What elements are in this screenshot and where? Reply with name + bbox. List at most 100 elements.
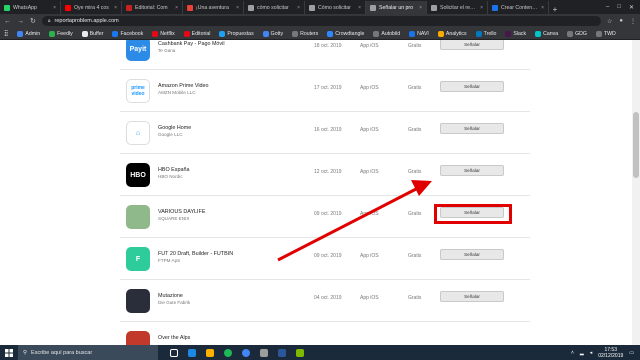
bookmark-item[interactable]: Autobild	[373, 30, 401, 37]
app-price: Gratis	[408, 85, 422, 91]
bookmark-label: Crowdtangle	[335, 30, 365, 37]
store-icon[interactable]	[278, 348, 286, 357]
close-tab-icon[interactable]: ×	[236, 5, 239, 11]
bookmark-item[interactable]: GDG	[567, 30, 587, 37]
close-tab-icon[interactable]: ×	[419, 5, 422, 11]
tab-3[interactable]: ¡Una aventura ×	[183, 1, 244, 14]
tab-8[interactable]: Crear Contenido ×	[488, 1, 549, 14]
taskbar-search[interactable]: ⚲ Escribe aquí para buscar	[18, 345, 158, 360]
bookmarks-bar: ⣿ Admin Feedly Buffer Facebook Netflix Editor…	[0, 28, 640, 40]
close-tab-icon[interactable]: ×	[541, 5, 544, 11]
report-button[interactable]: Señalar	[440, 81, 504, 92]
close-tab-icon[interactable]: ×	[358, 5, 361, 11]
reload-icon[interactable]: ↻	[30, 17, 36, 25]
app-name: VARIOUS DAYLIFE	[158, 209, 206, 215]
task-view-icon[interactable]	[170, 348, 178, 357]
bookmark-item[interactable]: Netflix	[152, 30, 175, 37]
bookmark-item[interactable]: Gotty	[262, 30, 283, 37]
bookmark-favicon-icon	[327, 30, 334, 37]
close-tab-icon[interactable]: ×	[480, 5, 483, 11]
bookmark-favicon-icon	[112, 30, 119, 37]
bookmark-item[interactable]: Trello	[475, 30, 496, 37]
new-tab-button[interactable]: +	[549, 5, 561, 14]
tab-4[interactable]: cómo solicitar ×	[244, 1, 305, 14]
volume-icon[interactable]: ◂	[590, 350, 593, 356]
purchase-date: 12 oct. 2019	[314, 169, 342, 175]
windows-taskbar: ⚲ Escribe aquí para buscar ˄ ▂ ◂ 17:53 0…	[0, 345, 640, 360]
bookmark-favicon-icon	[409, 30, 416, 37]
back-icon[interactable]: ←	[4, 18, 11, 25]
close-tab-icon[interactable]: ×	[53, 5, 56, 11]
purchase-row: Over the Alps	[120, 322, 530, 345]
favicon-icon	[187, 4, 193, 11]
purchase-date: 09 oct. 2019	[314, 253, 342, 259]
edge-icon[interactable]	[188, 348, 196, 357]
tab-2[interactable]: Editorial: Com ×	[122, 1, 183, 14]
bookmark-item[interactable]: Propuestas	[219, 30, 254, 37]
bookmark-item[interactable]: TWD	[595, 30, 616, 37]
tab-7[interactable]: Solicitar el reemb ×	[427, 1, 488, 14]
address-bar[interactable]: 🔒︎ reportaproblem.apple.com	[41, 16, 601, 26]
close-window-button[interactable]: ✕	[629, 4, 634, 11]
network-icon[interactable]: ▂	[580, 350, 584, 356]
page-scrollbar[interactable]	[632, 40, 640, 345]
settings-icon[interactable]	[260, 348, 268, 357]
report-button[interactable]: Señalar	[440, 40, 504, 50]
bookmark-item[interactable]: Editorial	[183, 30, 210, 37]
app-name: Cashbank Pay - Pago Móvil	[158, 41, 225, 47]
app-developer: SQUARE ENIX	[158, 216, 190, 221]
star-icon[interactable]: ☆	[607, 18, 612, 25]
bookmark-label: Propuestas	[227, 30, 254, 37]
bookmark-item[interactable]: Facebook	[112, 30, 143, 37]
bookmark-label: Admin	[25, 30, 41, 37]
tab-6[interactable]: Señalar un pro ×	[366, 1, 427, 14]
purchase-date: 09 oct. 2019	[314, 211, 342, 217]
minimize-button[interactable]: –	[606, 4, 609, 10]
bookmark-item[interactable]: Crowdtangle	[327, 30, 365, 37]
app-name: Mutazione	[158, 293, 183, 299]
bookmark-favicon-icon	[567, 30, 574, 37]
profile-icon[interactable]: ●	[619, 18, 623, 25]
tab-0[interactable]: WhatsApp ×	[0, 1, 61, 14]
bookmark-item[interactable]: Buffer	[81, 30, 103, 37]
chevron-up-icon[interactable]: ˄	[571, 350, 574, 356]
tab-title: Editorial: Com	[135, 4, 168, 11]
app-type: App iOS	[360, 85, 379, 91]
close-tab-icon[interactable]: ×	[297, 5, 300, 11]
forward-icon[interactable]: →	[17, 18, 24, 25]
bookmark-item[interactable]: Slack	[505, 30, 526, 37]
clock[interactable]: 17:53 02/12/2019	[598, 347, 623, 359]
file-explorer-icon[interactable]	[206, 348, 214, 357]
maximize-button[interactable]: □	[617, 4, 621, 10]
close-tab-icon[interactable]: ×	[175, 5, 178, 11]
report-button[interactable]: Señalar	[440, 249, 504, 260]
app-icon[interactable]	[296, 348, 304, 357]
report-button[interactable]: Señalar	[440, 123, 504, 134]
tab-1[interactable]: Oye mira 4 cos ×	[61, 1, 122, 14]
favicon-icon	[309, 4, 315, 11]
bookmark-item[interactable]: Canva	[535, 30, 558, 37]
spotify-icon[interactable]	[224, 348, 232, 357]
report-button[interactable]: Señalar	[440, 165, 504, 176]
bookmark-favicon-icon	[17, 30, 24, 37]
menu-icon[interactable]: ⋮	[630, 18, 636, 25]
apps-icon[interactable]: ⣿	[4, 30, 8, 37]
report-button[interactable]: Señalar	[440, 291, 504, 302]
bookmark-item[interactable]: Analytics	[437, 30, 467, 37]
windows-start-icon[interactable]	[0, 345, 18, 360]
favicon-icon	[248, 4, 254, 11]
bookmark-item[interactable]: Routers	[292, 30, 318, 37]
bookmark-favicon-icon	[475, 30, 482, 37]
chrome-icon[interactable]	[242, 348, 250, 357]
scrollbar-thumb[interactable]	[633, 112, 639, 178]
notifications-icon[interactable]: ▭	[629, 350, 634, 356]
close-tab-icon[interactable]: ×	[114, 5, 117, 11]
bookmark-item[interactable]: Admin	[17, 30, 41, 37]
app-name: HBO España	[158, 167, 190, 173]
tab-5[interactable]: Cómo solicitar ×	[305, 1, 366, 14]
app-type: App iOS	[360, 169, 379, 175]
bookmark-item[interactable]: Feedly	[49, 30, 73, 37]
bookmark-item[interactable]: NAVI	[409, 30, 429, 37]
search-icon: ⚲	[23, 349, 28, 356]
bookmark-label: Autobild	[381, 30, 401, 37]
